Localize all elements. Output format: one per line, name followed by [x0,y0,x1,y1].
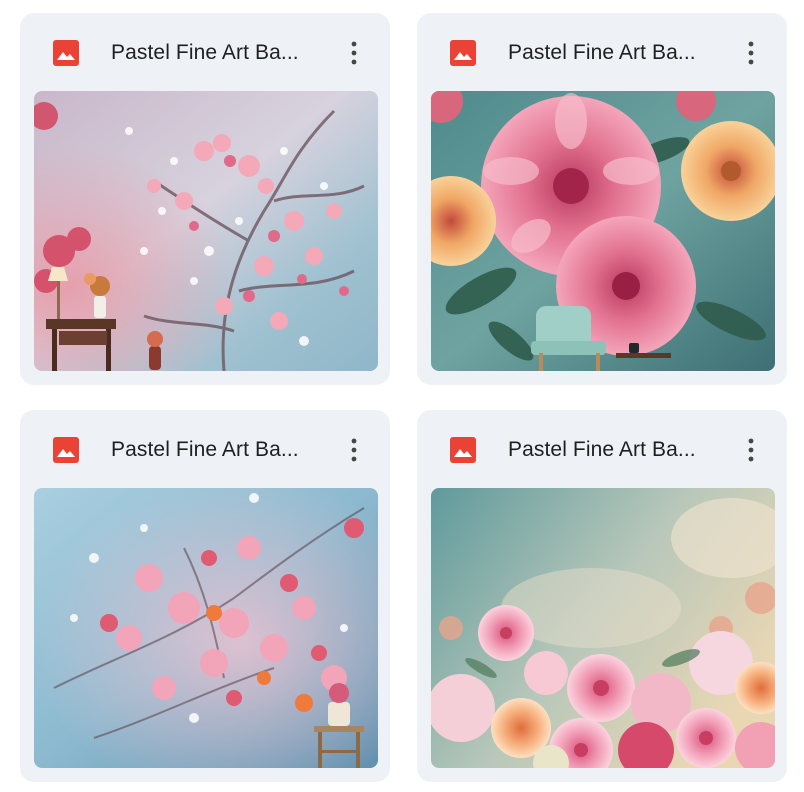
file-title[interactable]: Pastel Fine Art Ba... [111,436,321,464]
file-card[interactable]: Pastel Fine Art Ba... [417,13,787,385]
more-vert-icon[interactable] [735,35,767,71]
image-file-icon [450,40,476,66]
image-file-icon [53,40,79,66]
file-thumbnail[interactable] [431,91,775,371]
file-card-header: Pastel Fine Art Ba... [20,410,390,488]
file-thumbnail[interactable] [431,488,775,768]
image-file-icon [53,437,79,463]
file-card[interactable]: Pastel Fine Art Ba... [20,410,390,782]
file-card-header: Pastel Fine Art Ba... [417,13,787,91]
file-title[interactable]: Pastel Fine Art Ba... [508,436,718,464]
file-thumbnail[interactable] [34,91,378,371]
file-card-header: Pastel Fine Art Ba... [417,410,787,488]
file-card[interactable]: Pastel Fine Art Ba... [20,13,390,385]
more-vert-icon[interactable] [338,432,370,468]
file-grid: Pastel Fine Art Ba... Pastel Fine Art Ba… [0,0,804,792]
file-title[interactable]: Pastel Fine Art Ba... [508,39,718,67]
more-vert-icon[interactable] [338,35,370,71]
file-card-header: Pastel Fine Art Ba... [20,13,390,91]
file-card[interactable]: Pastel Fine Art Ba... [417,410,787,782]
file-thumbnail[interactable] [34,488,378,768]
image-file-icon [450,437,476,463]
file-title[interactable]: Pastel Fine Art Ba... [111,39,321,67]
more-vert-icon[interactable] [735,432,767,468]
